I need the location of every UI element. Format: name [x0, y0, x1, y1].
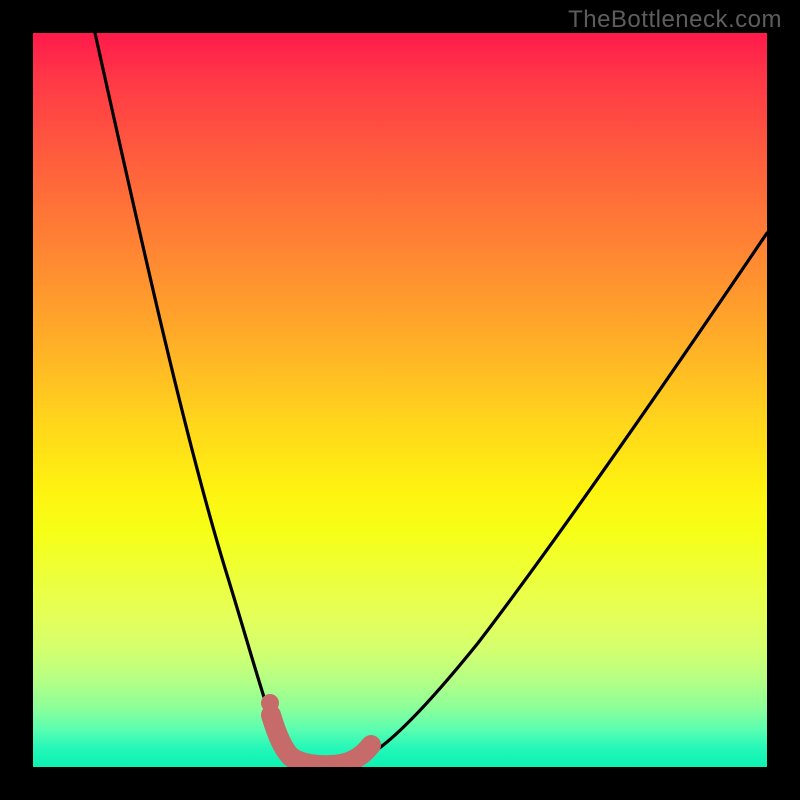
- optimal-zone-highlight: [271, 715, 371, 765]
- plot-area: [33, 33, 767, 767]
- chart-svg: [33, 33, 767, 767]
- outer-frame: TheBottleneck.com: [0, 0, 800, 800]
- optimal-zone-start-dot: [261, 694, 279, 712]
- bottleneck-curve: [95, 33, 767, 764]
- watermark-text: TheBottleneck.com: [568, 6, 782, 34]
